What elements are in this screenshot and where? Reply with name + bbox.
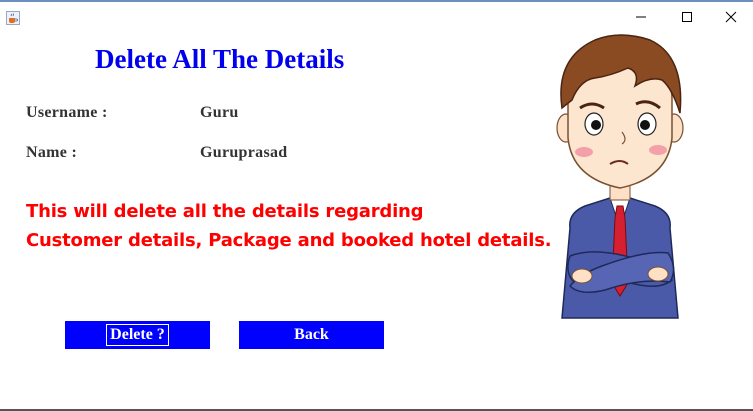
back-button-label: Back bbox=[294, 326, 329, 343]
close-icon bbox=[725, 11, 737, 23]
name-value: Guruprasad bbox=[200, 144, 288, 161]
page-title: Delete All The Details bbox=[95, 44, 345, 74]
confused-boy-illustration bbox=[556, 34, 684, 319]
username-value: Guru bbox=[200, 104, 239, 121]
maximize-icon bbox=[682, 12, 692, 22]
java-cup-icon bbox=[6, 11, 20, 25]
minimize-icon bbox=[636, 16, 646, 18]
close-button[interactable] bbox=[708, 2, 753, 32]
delete-button-label: Delete ? bbox=[106, 324, 169, 346]
username-label: Username : bbox=[26, 104, 108, 121]
back-button[interactable]: Back bbox=[239, 321, 384, 349]
warning-line-1: This will delete all the details regardi… bbox=[26, 201, 424, 222]
name-label: Name : bbox=[26, 144, 78, 161]
delete-button[interactable]: Delete ? bbox=[65, 321, 210, 349]
warning-line-2: Customer details, Package and booked hot… bbox=[26, 230, 552, 251]
